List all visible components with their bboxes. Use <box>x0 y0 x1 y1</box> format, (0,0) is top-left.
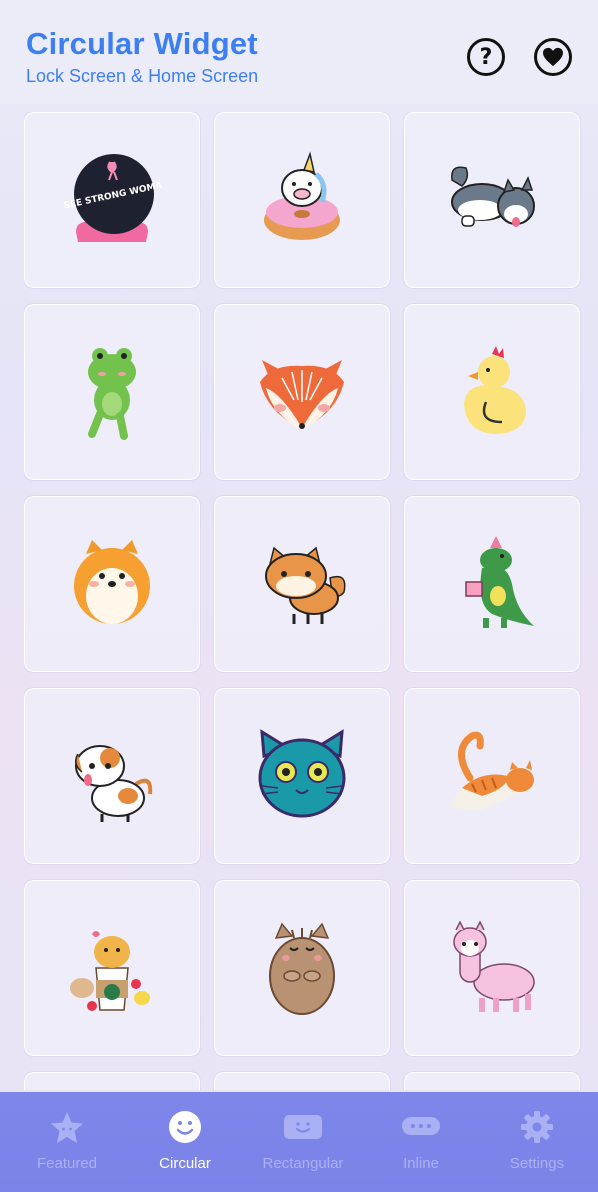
tab-inline[interactable]: Inline <box>362 1092 480 1192</box>
widget-cell[interactable]: I SEE STRONG WOMAN <box>24 112 200 288</box>
widget-cell[interactable] <box>404 112 580 288</box>
widget-cell[interactable] <box>214 1072 390 1090</box>
crystal-ball-sticker: I SEE STRONG WOMAN <box>62 154 162 242</box>
smiley-circle-icon <box>169 1111 201 1143</box>
widget-cell[interactable] <box>404 688 580 864</box>
widget-cell[interactable] <box>24 880 200 1056</box>
orange-tabby-cat-sticker <box>450 731 536 810</box>
widget-cell[interactable] <box>24 304 200 480</box>
question-circle-icon: ? <box>479 44 493 70</box>
widget-cell[interactable] <box>24 496 200 672</box>
yellow-duck-sticker <box>464 346 526 434</box>
header: Circular Widget Lock Screen & Home Scree… <box>0 0 598 104</box>
page-title: Circular Widget <box>26 26 258 61</box>
widget-grid: I SEE STRONG WOMAN <box>24 112 584 1090</box>
pink-llama-sticker <box>453 920 535 1012</box>
tab-label: Inline <box>403 1155 439 1172</box>
widget-cell[interactable] <box>214 496 390 672</box>
frog-sticker <box>88 348 136 440</box>
tab-circular[interactable]: Circular <box>126 1092 244 1192</box>
widget-cell[interactable] <box>214 880 390 1056</box>
husky-dog-sticker <box>451 166 535 227</box>
tab-settings[interactable]: Settings <box>478 1092 596 1192</box>
widget-cell[interactable] <box>404 1072 580 1090</box>
brown-cat-sticker <box>269 922 335 1015</box>
page-subtitle: Lock Screen & Home Screen <box>26 66 259 86</box>
widget-cell[interactable] <box>214 112 390 288</box>
widget-cell[interactable] <box>214 304 390 480</box>
help-button[interactable]: ? <box>467 38 505 76</box>
widget-cell[interactable] <box>404 304 580 480</box>
widget-cell[interactable] <box>24 1072 200 1090</box>
rectangle-smile-icon <box>284 1115 322 1139</box>
tab-label: Rectangular <box>262 1155 344 1172</box>
favorites-button[interactable] <box>534 38 572 76</box>
tab-label: Circular <box>159 1155 211 1172</box>
widget-cell[interactable] <box>24 688 200 864</box>
tab-bar: Featured Circular Rectangular Inline Set… <box>0 1092 598 1192</box>
tab-label: Settings <box>509 1155 565 1172</box>
puppy-sticker <box>75 745 153 822</box>
blue-cat-face-sticker <box>258 729 346 818</box>
heart-circle-icon <box>543 47 563 67</box>
widget-cell[interactable] <box>404 496 580 672</box>
gear-icon <box>521 1111 553 1143</box>
tab-featured[interactable]: Featured <box>8 1092 126 1192</box>
tab-rectangular[interactable]: Rectangular <box>244 1092 362 1192</box>
widget-cell[interactable] <box>404 880 580 1056</box>
widget-cell[interactable] <box>214 688 390 864</box>
fox-face-sticker <box>260 360 344 430</box>
tab-label: Featured <box>36 1155 98 1172</box>
unicorn-pig-donut-sticker <box>264 151 340 240</box>
pomeranian-dog-sticker <box>74 540 150 624</box>
shiba-inu-sticker <box>265 546 346 624</box>
inline-dots-icon <box>402 1117 440 1135</box>
hamsters-coffee-sticker <box>70 931 150 1011</box>
dinosaur-gift-sticker <box>465 536 534 628</box>
star-face-icon <box>51 1112 83 1143</box>
